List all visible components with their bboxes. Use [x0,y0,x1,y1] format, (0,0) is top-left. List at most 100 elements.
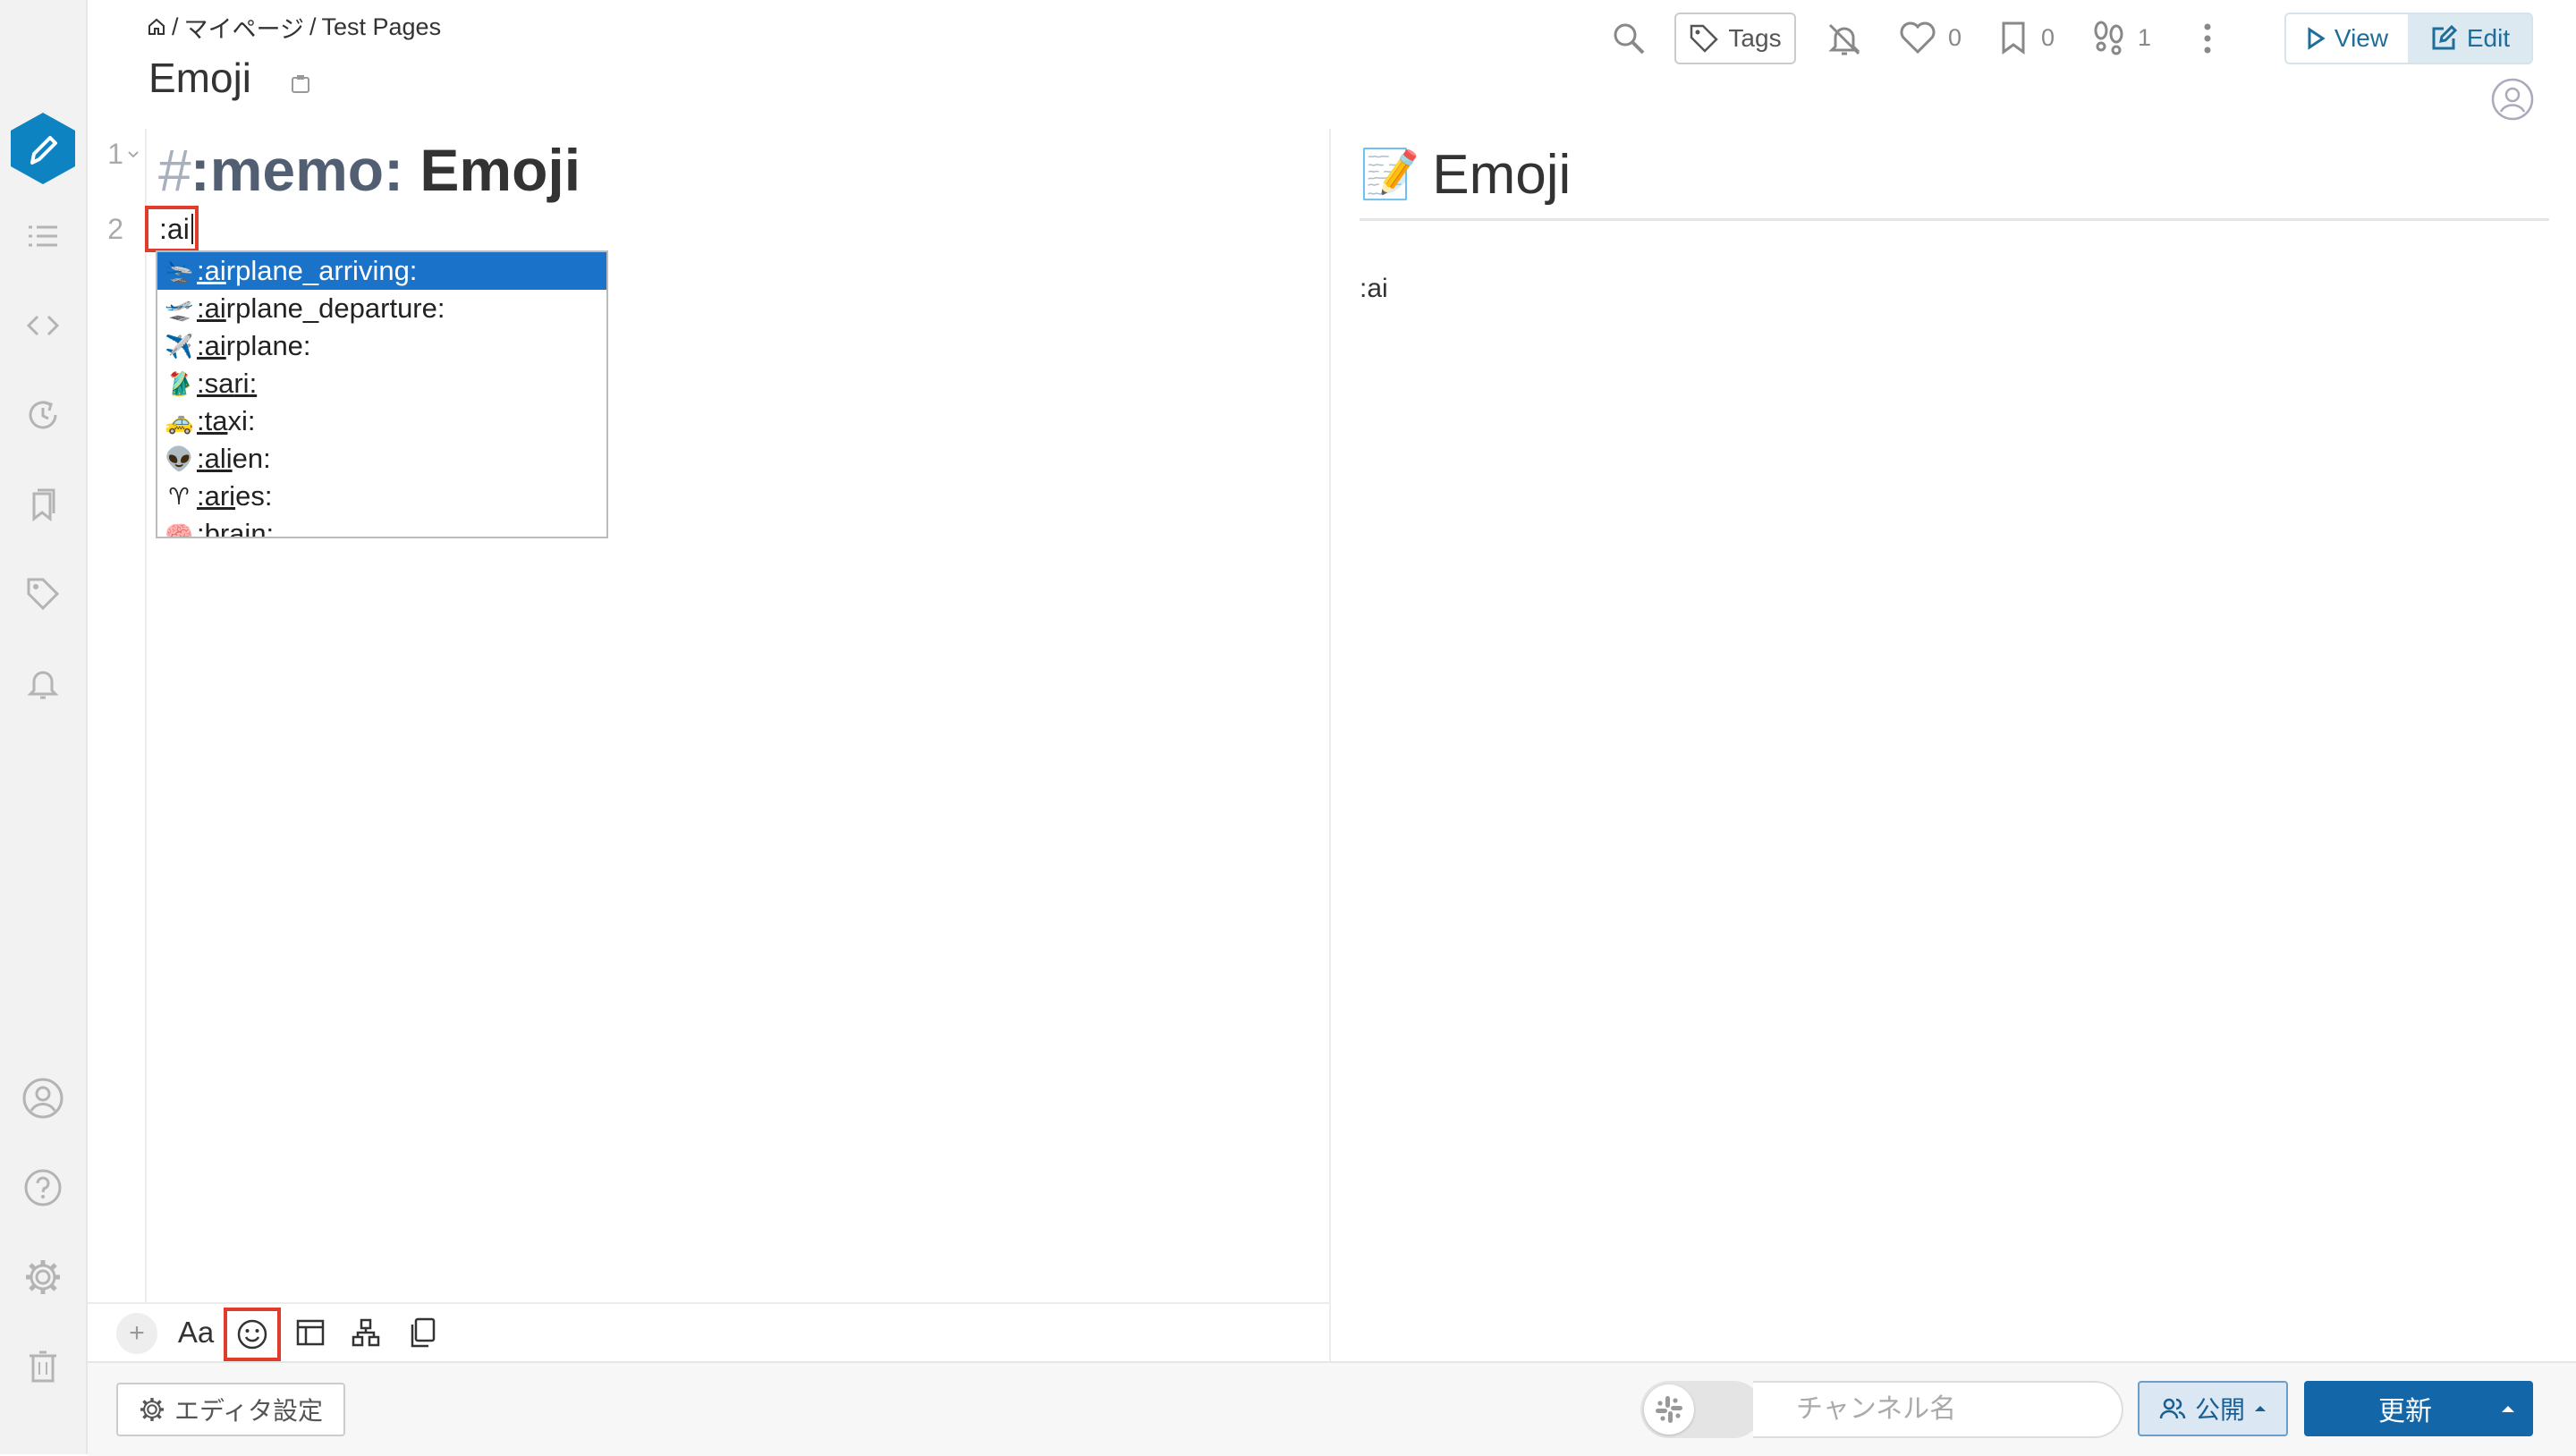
copy-path-button[interactable] [290,73,311,95]
bookmarks-icon [32,488,55,522]
search-button[interactable] [1610,20,1648,57]
autocomplete-item[interactable]: 🧠:brai n: [157,515,606,538]
update-label: 更新 [2378,1397,2432,1426]
list-icon [29,225,57,247]
template-button[interactable] [401,1308,445,1358]
page-title: Emoji [148,55,252,101]
emoji-glyph: 👽 [165,444,194,472]
autocomplete-item[interactable]: 🛫:ai rplane_departure: [157,290,606,327]
text-cursor [191,214,193,244]
more-options-button[interactable] [2197,20,2218,57]
history-icon [29,401,57,429]
clipboard-icon [292,75,309,93]
editor-preview-divider[interactable] [1329,129,1331,1363]
slack-notification-toggle[interactable] [1640,1381,1762,1438]
emoji-picker-button[interactable] [224,1308,281,1361]
heart-icon [1900,21,1936,55]
left-sidebar [0,0,88,1454]
editor-line-1[interactable]: #:memo: Emoji [157,136,580,204]
trash-icon [30,1350,56,1383]
line-number: 1 [107,138,123,170]
user-avatar[interactable] [2490,77,2535,122]
fold-chevron-icon[interactable] [127,150,140,159]
caret-up-icon [2255,1406,2266,1411]
breadcrumb-mypage[interactable]: マイページ [184,10,304,45]
view-edit-toggle: View Edit [2284,13,2533,64]
help-nav-button[interactable] [21,1166,64,1209]
user-circle-icon [22,1078,64,1119]
view-button[interactable]: View [2286,14,2408,63]
subscribe-button[interactable] [1826,21,1862,57]
bookmark-count: 0 [2041,23,2055,51]
preview-heading-text: Emoji [1432,144,1572,206]
like-count: 0 [1948,23,1962,51]
pencil-icon [11,113,75,184]
emoji-glyph: 🧠 [165,520,194,538]
history-nav-button[interactable] [21,394,64,436]
user-avatar-icon [2491,78,2534,121]
text-format-button[interactable]: Aa [174,1308,218,1358]
caret-up-icon [2502,1406,2514,1412]
notifications-nav-button[interactable] [21,662,64,705]
autocomplete-item[interactable]: 🛬:ai rplane_arriving: [157,252,606,290]
slack-channel-input[interactable] [1753,1381,2123,1438]
autocomplete-item[interactable]: ✈️:ai rplane: [157,327,606,365]
help-icon [24,1169,62,1206]
emoji-glyph: ♈ [168,482,190,510]
seen-users-button[interactable]: 1 [2089,18,2151,57]
preview-heading: 📝 Emoji [1360,143,1571,207]
breadcrumb-separator: / [172,13,179,40]
edit-button[interactable]: Edit [2408,14,2531,63]
table-icon [296,1319,325,1346]
play-icon [2308,27,2326,50]
emoji-code: :memo: [190,137,404,203]
editor-settings-label: エディタ設定 [174,1397,324,1425]
line-number-gutter: 1 2 [88,129,147,1302]
home-icon[interactable] [147,17,166,37]
toggle-knob [1644,1384,1694,1435]
user-nav-button[interactable] [21,1077,64,1120]
breadcrumb-test-pages[interactable]: Test Pages [322,13,442,41]
toc-nav-button[interactable] [21,215,64,258]
autocomplete-item[interactable]: 👽:ali en: [157,440,606,478]
bell-icon [27,671,59,699]
bookmark-button[interactable]: 0 [1998,20,2055,55]
bookmarks-nav-button[interactable] [21,483,64,526]
tags-nav-button[interactable] [21,572,64,615]
preview-heading-rule [1360,218,2549,221]
grant-scope-button[interactable]: 公開 [2138,1381,2288,1436]
emoji-glyph: 🛫 [165,294,194,322]
typed-text: :ai [159,212,190,245]
kebab-menu-icon [2204,23,2211,54]
scope-label: 公開 [2194,1396,2245,1424]
attachments-nav-button[interactable] [21,304,64,347]
autocomplete-item[interactable]: ♈:ari es: [157,478,606,515]
bookmark-icon [2002,21,2025,55]
edit-icon [2432,24,2457,50]
breadcrumb-separator: / [309,13,317,40]
trash-nav-button[interactable] [21,1345,64,1388]
emoji-glyph: 🛬 [165,257,194,284]
tags-button[interactable]: Tags [1674,13,1796,64]
like-button[interactable]: 0 [1898,20,1962,55]
editor-settings-button[interactable]: エディタ設定 [116,1383,345,1436]
editor-line-2[interactable]: :ai [145,206,199,252]
seen-count: 1 [2138,23,2152,51]
autocomplete-item[interactable]: 🥻:sa ri: [157,365,606,402]
tags-label: Tags [1728,24,1782,52]
add-attachment-button[interactable]: + [116,1313,157,1354]
update-options-dropdown[interactable] [2483,1404,2533,1413]
settings-nav-button[interactable] [21,1256,64,1299]
breadcrumb: / マイページ / Test Pages [147,11,441,43]
update-button[interactable]: 更新 [2304,1381,2533,1436]
gear-icon [26,1260,60,1294]
emoji-glyph: 🚕 [165,407,194,435]
smiley-icon [237,1319,267,1350]
heading-text: Emoji [403,137,581,203]
emoji-glyph: ✈️ [165,332,194,360]
autocomplete-item[interactable]: 🚕:ta xi: [157,402,606,440]
diagram-button[interactable] [345,1308,386,1358]
footprints-icon [2094,21,2123,55]
edit-nav-button[interactable] [5,111,80,186]
table-button[interactable] [290,1308,331,1358]
